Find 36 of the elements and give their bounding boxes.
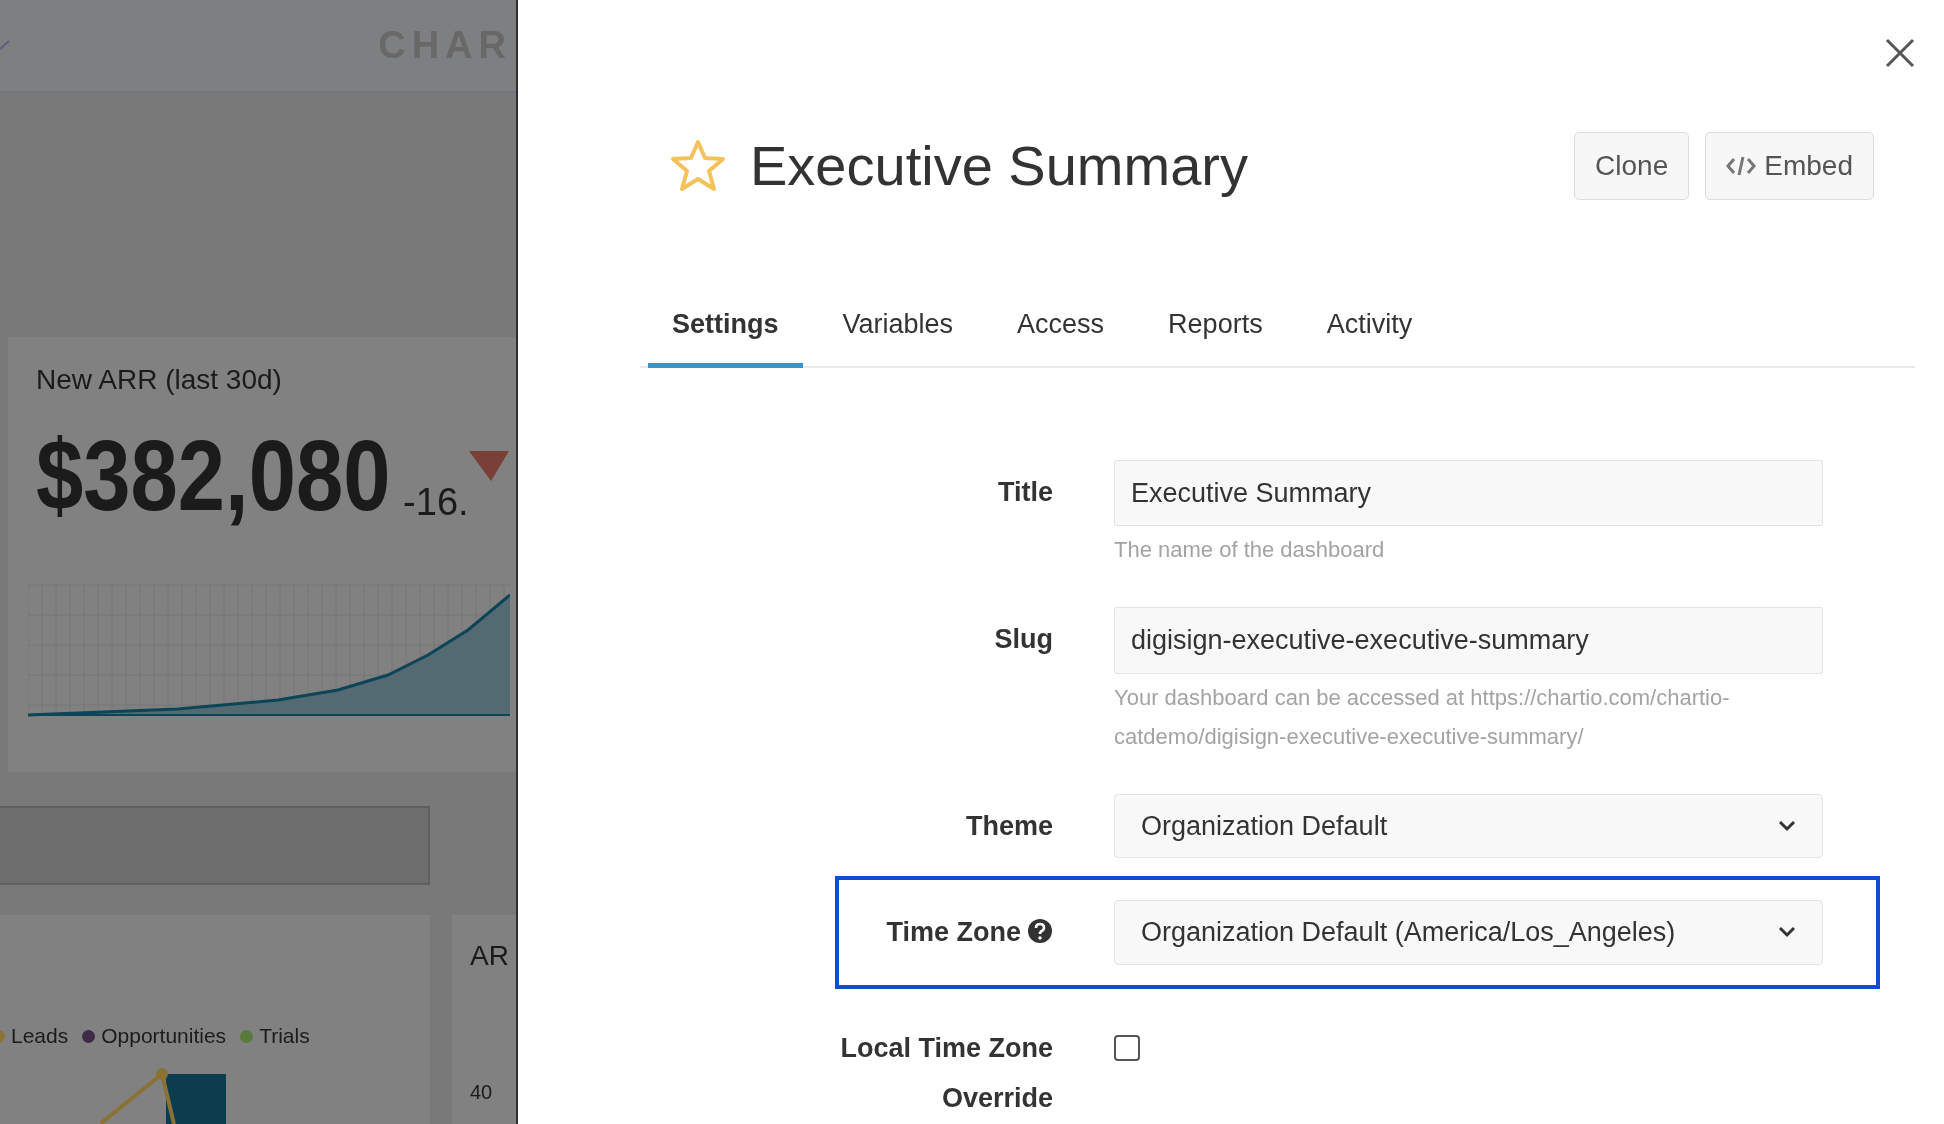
axis-label: 40 xyxy=(470,1080,494,1106)
clone-button[interactable]: Clone xyxy=(1574,132,1690,200)
checkbox[interactable] xyxy=(1114,1034,1140,1061)
legend-label: Trials xyxy=(259,1024,310,1048)
input-field[interactable]: digisign-executive-executive-summary xyxy=(1114,607,1823,674)
field-label: Local Time Zone Override xyxy=(839,1031,1053,1115)
kpi-title: New ARR (last 30d) xyxy=(36,362,283,397)
field-label: Slug xyxy=(994,624,1053,654)
tab[interactable]: Variables xyxy=(818,290,978,368)
field-label: Time Zone xyxy=(886,917,1021,947)
help-text: Your dashboard can be accessed at https://chartio.com/chartio-catdemo/digisign-executive-executive-summary/ xyxy=(1114,683,1731,751)
embed-button[interactable]: Embed xyxy=(1705,132,1874,200)
down-triangle-icon xyxy=(468,450,509,481)
dashboard-title: Executive Summary xyxy=(750,133,1248,200)
help-icon[interactable] xyxy=(1027,918,1053,944)
card-title: AR xyxy=(470,939,510,974)
close-button[interactable] xyxy=(1885,38,1915,68)
slash-icon xyxy=(0,40,10,51)
kpi-value: $382,080 xyxy=(36,424,391,525)
field-label: Theme xyxy=(965,810,1053,841)
chevron-down-icon xyxy=(1778,819,1796,832)
legend-label: Opportunities xyxy=(101,1024,227,1048)
help-text: The name of the dashboard xyxy=(1114,536,1386,564)
select-field[interactable]: Organization Default xyxy=(1114,793,1823,858)
tab[interactable]: Access xyxy=(993,290,1129,368)
star-icon[interactable] xyxy=(670,139,726,193)
select-field[interactable]: Organization Default (America/Los_Angeles) xyxy=(1114,900,1823,965)
tab[interactable]: Activity xyxy=(1302,290,1437,368)
code-icon xyxy=(1726,154,1757,178)
tab[interactable]: Reports xyxy=(1144,290,1287,368)
kpi-change: -16. xyxy=(403,482,469,521)
field-label: Title xyxy=(998,476,1053,507)
input-field[interactable]: Executive Summary xyxy=(1114,459,1823,526)
chevron-down-icon xyxy=(1778,926,1796,939)
legend-label: Leads xyxy=(11,1024,69,1048)
tab[interactable]: Settings xyxy=(648,290,803,368)
